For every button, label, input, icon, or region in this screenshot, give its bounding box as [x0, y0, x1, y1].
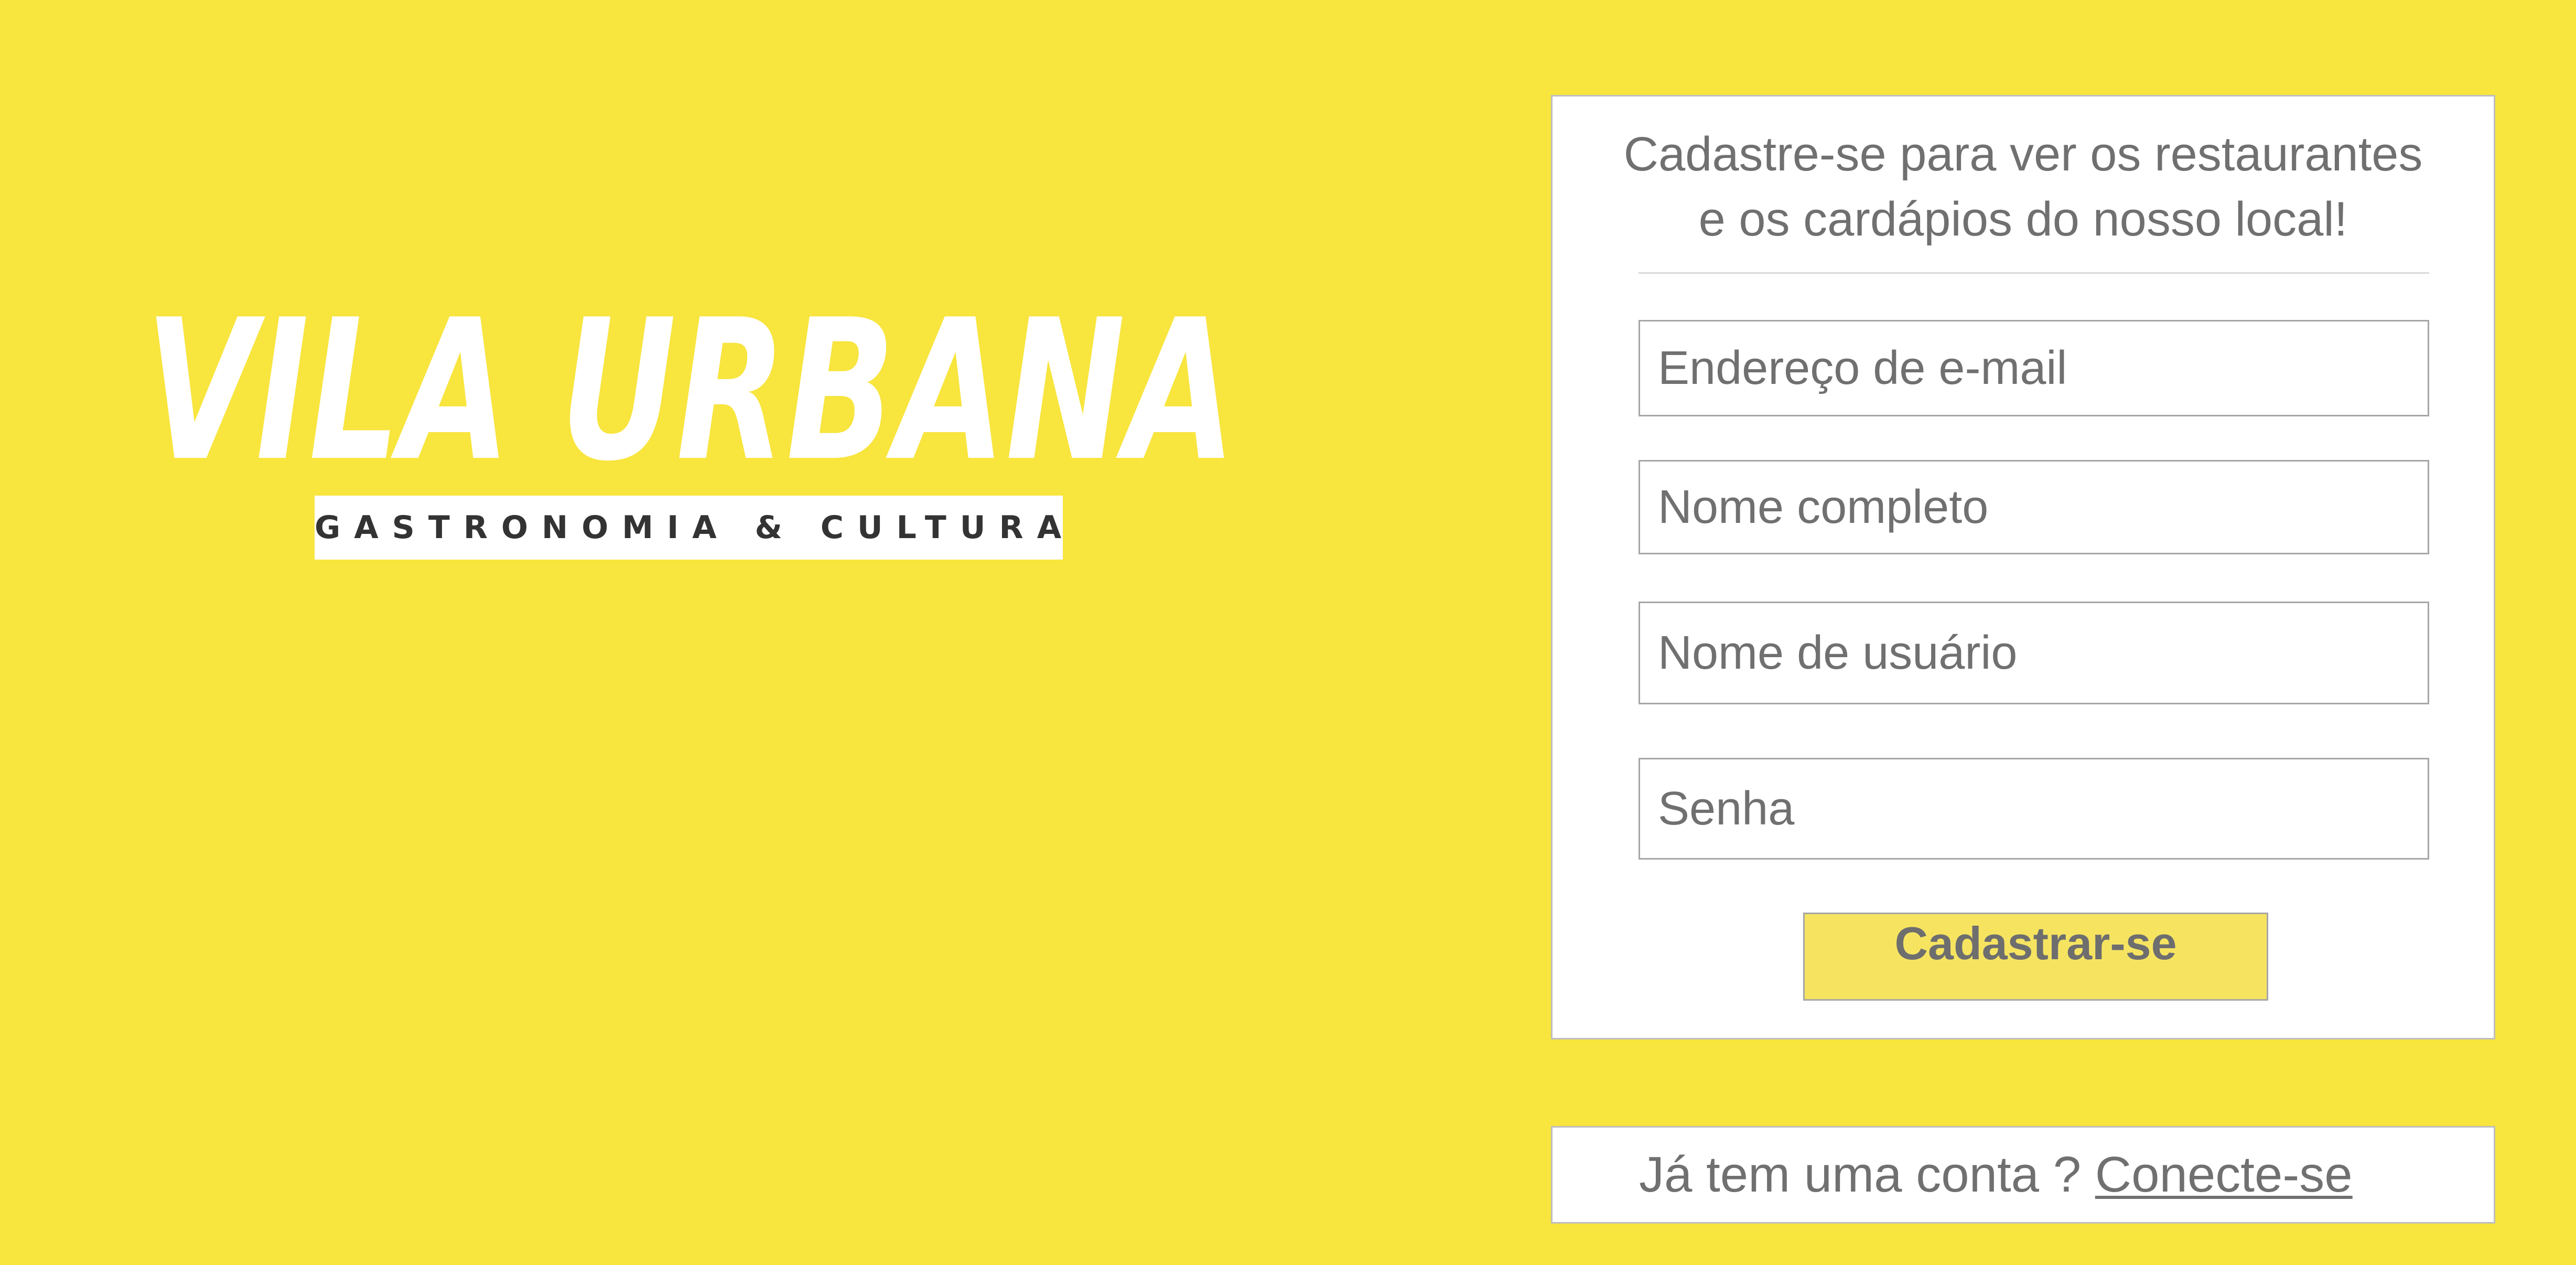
- login-link[interactable]: Conecte-se: [2095, 1146, 2353, 1203]
- password-field[interactable]: [1639, 758, 2429, 860]
- email-field[interactable]: [1639, 320, 2429, 416]
- username-field[interactable]: [1639, 602, 2429, 704]
- fullname-field[interactable]: [1639, 460, 2429, 554]
- signup-heading-line1: Cadastre-se para ver os restaurantes: [1623, 127, 2423, 181]
- brand-logo: VILA URBANA GASTRONOMIA & CULTURA: [139, 291, 1243, 560]
- login-prompt-line: Já tem uma conta ? Conecte-se: [1639, 1128, 2353, 1222]
- login-card: Já tem uma conta ? Conecte-se: [1551, 1126, 2495, 1224]
- signup-divider: [1639, 272, 2429, 274]
- logo-wordmark: VILA URBANA: [145, 291, 1236, 475]
- signup-heading-line2: e os cardápios do nosso local!: [1698, 192, 2348, 246]
- signup-button[interactable]: Cadastrar-se: [1803, 913, 2268, 1001]
- signup-card: Cadastre-se para ver os restaurantes e o…: [1551, 95, 2495, 1039]
- signup-heading: Cadastre-se para ver os restaurantes e o…: [1553, 122, 2494, 252]
- logo-tagline: GASTRONOMIA & CULTURA: [315, 496, 1063, 560]
- login-prompt-text: Já tem uma conta ?: [1639, 1146, 2095, 1203]
- logo-wordmark-text: VILA URBANA: [145, 291, 1236, 475]
